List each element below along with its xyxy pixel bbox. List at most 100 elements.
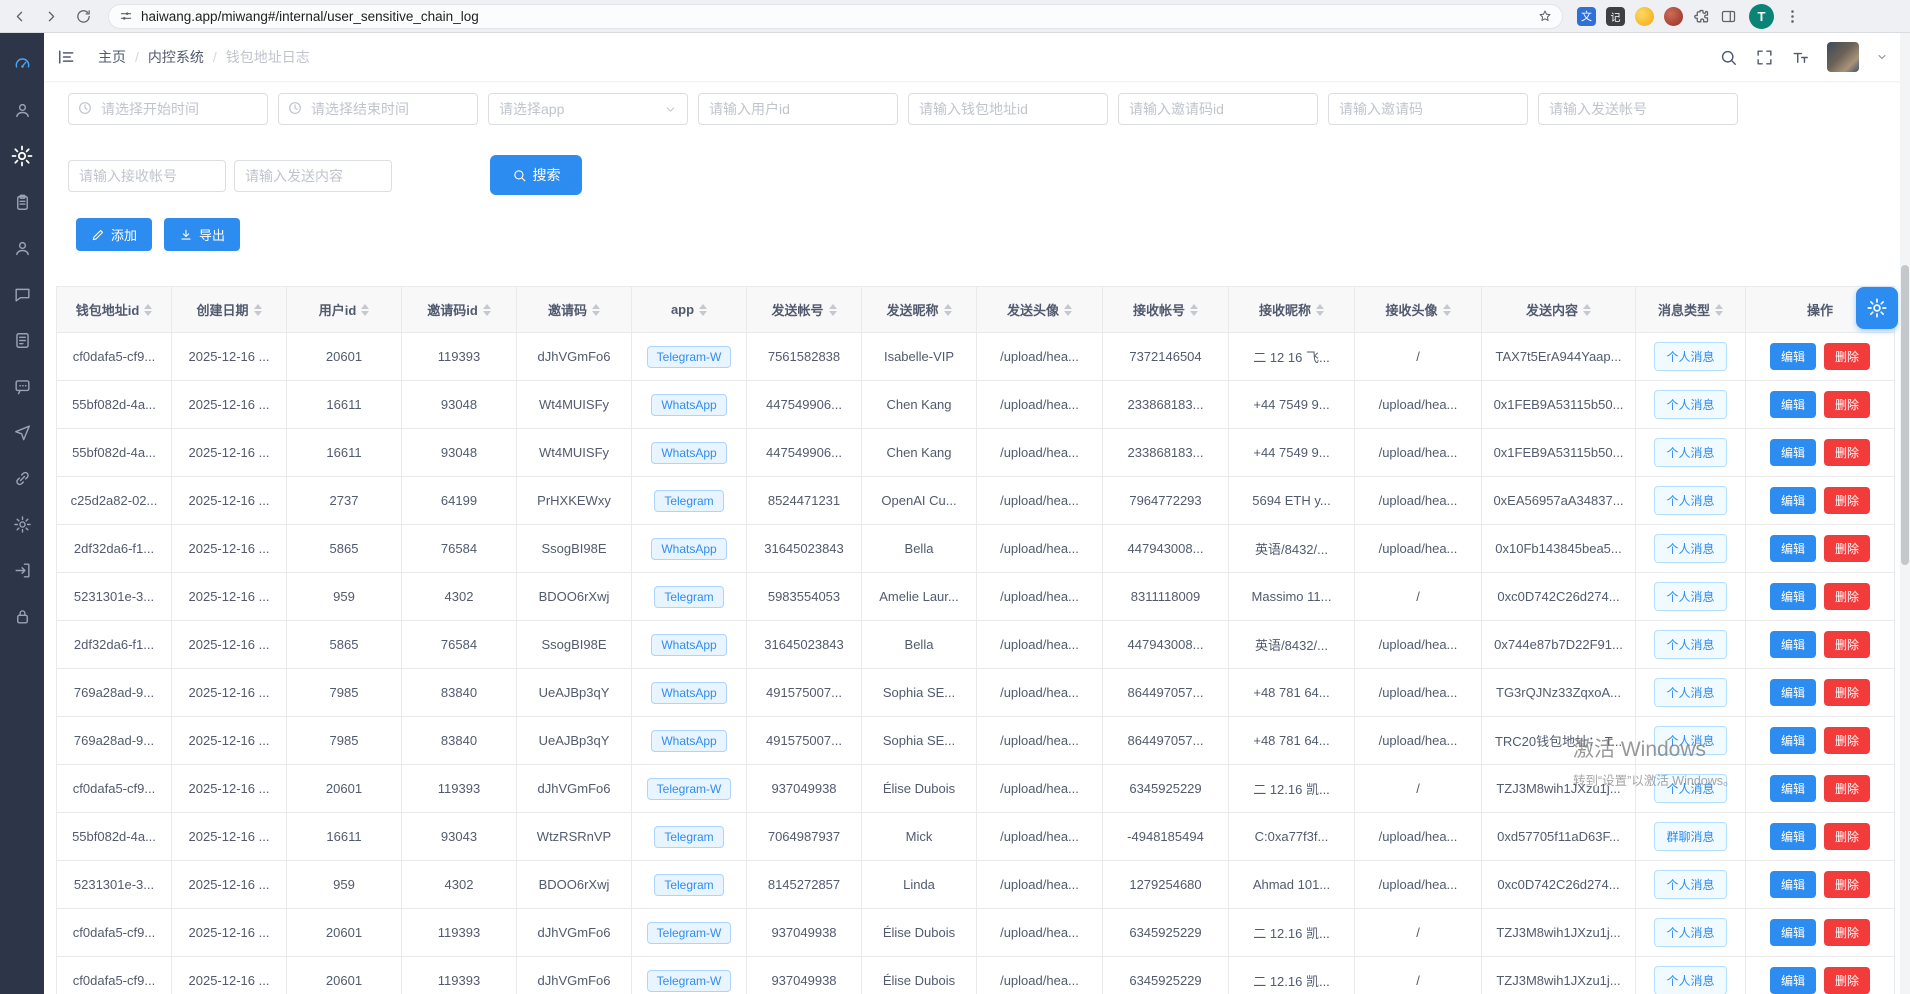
sidebar-item-chats[interactable] [0, 363, 44, 409]
column-header-接收昵称[interactable]: 接收昵称 [1229, 287, 1355, 333]
edit-button[interactable]: 编辑 [1770, 679, 1816, 706]
filter-input-sender-account[interactable] [1538, 93, 1738, 125]
sidebar-item-logs[interactable] [0, 317, 44, 363]
sidebar-item-messages[interactable] [0, 271, 44, 317]
sidebar-item-logout[interactable] [0, 547, 44, 593]
reload-button[interactable] [70, 3, 96, 29]
delete-button[interactable]: 删除 [1824, 631, 1870, 658]
filter-input-user-id[interactable] [698, 93, 898, 125]
delete-button[interactable]: 删除 [1824, 775, 1870, 802]
delete-button[interactable]: 删除 [1824, 871, 1870, 898]
delete-button[interactable]: 删除 [1824, 919, 1870, 946]
filter-input-invite-code[interactable] [1328, 93, 1528, 125]
red-extension-icon[interactable] [1664, 7, 1683, 26]
edit-button[interactable]: 编辑 [1770, 583, 1816, 610]
filter-input-send-content[interactable] [234, 160, 392, 192]
search-icon[interactable] [1719, 48, 1738, 67]
filter-input-receiver-account[interactable] [68, 160, 226, 192]
search-button[interactable]: 搜索 [490, 155, 582, 195]
edit-button[interactable]: 编辑 [1770, 823, 1816, 850]
cell-app: WhatsApp [632, 381, 747, 429]
cell-发送帐号: 447549906... [747, 381, 862, 429]
breadcrumb-item-1[interactable]: 主页 [98, 47, 126, 67]
filter-select-app[interactable]: 请选择app [488, 93, 688, 125]
column-header-消息类型[interactable]: 消息类型 [1636, 287, 1746, 333]
delete-button[interactable]: 删除 [1824, 823, 1870, 850]
forward-button[interactable] [38, 3, 64, 29]
delete-button[interactable]: 删除 [1824, 583, 1870, 610]
browser-profile-avatar[interactable]: T [1749, 4, 1774, 29]
edit-button[interactable]: 编辑 [1770, 967, 1816, 994]
edit-button[interactable]: 编辑 [1770, 631, 1816, 658]
sidebar-item-links[interactable] [0, 455, 44, 501]
edit-button[interactable]: 编辑 [1770, 775, 1816, 802]
edit-button[interactable]: 编辑 [1770, 535, 1816, 562]
chevron-down-icon[interactable] [1876, 51, 1888, 63]
sidebar-item-members[interactable] [0, 225, 44, 271]
sidebar-item-internal-control[interactable] [0, 133, 44, 179]
column-header-接收帐号[interactable]: 接收帐号 [1103, 287, 1229, 333]
edit-button[interactable]: 编辑 [1770, 871, 1816, 898]
breadcrumb-item-2[interactable]: 内控系统 [148, 47, 204, 67]
edit-button[interactable]: 编辑 [1770, 439, 1816, 466]
emoji-extension-icon[interactable] [1635, 7, 1654, 26]
url-bar[interactable]: haiwang.app/miwang#/internal/user_sensit… [108, 4, 1563, 29]
delete-button[interactable]: 删除 [1824, 439, 1870, 466]
column-header-发送内容[interactable]: 发送内容 [1482, 287, 1636, 333]
scrollbar-thumb[interactable] [1901, 265, 1909, 565]
delete-button[interactable]: 删除 [1824, 343, 1870, 370]
fullscreen-icon[interactable] [1755, 48, 1774, 67]
column-label: 发送帐号 [771, 300, 823, 319]
user-avatar[interactable] [1827, 42, 1859, 72]
column-header-app[interactable]: app [632, 287, 747, 333]
delete-button[interactable]: 删除 [1824, 487, 1870, 514]
sidebar-item-settings[interactable] [0, 501, 44, 547]
sidebar-item-records[interactable] [0, 179, 44, 225]
column-header-钱包地址id[interactable]: 钱包地址id [57, 287, 172, 333]
delete-button[interactable]: 删除 [1824, 535, 1870, 562]
delete-button[interactable]: 删除 [1824, 391, 1870, 418]
sidebar-item-dashboard[interactable] [0, 41, 44, 87]
extensions-puzzle-icon[interactable] [1693, 8, 1710, 25]
edit-button[interactable]: 编辑 [1770, 727, 1816, 754]
browser-menu-icon[interactable] [1784, 8, 1801, 25]
edit-button[interactable]: 编辑 [1770, 343, 1816, 370]
sidebar-item-security[interactable] [0, 593, 44, 639]
filter-input-wallet-address-id[interactable] [908, 93, 1108, 125]
cell-发送帐号: 447549906... [747, 429, 862, 477]
sidebar-item-send[interactable] [0, 409, 44, 455]
column-header-用户id[interactable]: 用户id [287, 287, 402, 333]
cell-发送头像: /upload/hea... [977, 765, 1103, 813]
side-panel-icon[interactable] [1720, 8, 1737, 25]
edit-button[interactable]: 编辑 [1770, 391, 1816, 418]
site-info-icon[interactable] [119, 9, 133, 23]
delete-button[interactable]: 删除 [1824, 967, 1870, 994]
translate-extension-icon[interactable]: 文 [1577, 7, 1596, 26]
filter-input-invite-code-id[interactable] [1118, 93, 1318, 125]
table-settings-button[interactable] [1856, 287, 1898, 329]
cell-操作: 编辑删除 [1746, 477, 1895, 525]
delete-button[interactable]: 删除 [1824, 679, 1870, 706]
filter-input-end-time[interactable] [278, 93, 478, 125]
column-header-发送帐号[interactable]: 发送帐号 [747, 287, 862, 333]
filter-input-start-time[interactable] [68, 93, 268, 125]
sidebar-collapse-icon[interactable] [56, 47, 76, 67]
column-header-邀请码id[interactable]: 邀请码id [402, 287, 517, 333]
back-button[interactable] [6, 3, 32, 29]
delete-button[interactable]: 删除 [1824, 727, 1870, 754]
font-size-icon[interactable] [1791, 48, 1810, 67]
column-header-发送头像[interactable]: 发送头像 [977, 287, 1103, 333]
dark-extension-icon[interactable]: 记 [1606, 7, 1625, 26]
edit-button[interactable]: 编辑 [1770, 919, 1816, 946]
edit-button[interactable]: 编辑 [1770, 487, 1816, 514]
export-button[interactable]: 导出 [164, 218, 240, 251]
column-header-接收头像[interactable]: 接收头像 [1355, 287, 1482, 333]
sidebar-item-users[interactable] [0, 87, 44, 133]
column-header-邀请码[interactable]: 邀请码 [517, 287, 632, 333]
cell-发送内容: 0x1FEB9A53115b50... [1482, 381, 1636, 429]
cell-消息类型: 个人消息 [1636, 525, 1746, 573]
bookmark-star-icon[interactable] [1538, 9, 1552, 23]
column-header-发送昵称[interactable]: 发送昵称 [862, 287, 977, 333]
add-button[interactable]: 添加 [76, 218, 152, 251]
column-header-创建日期[interactable]: 创建日期 [172, 287, 287, 333]
